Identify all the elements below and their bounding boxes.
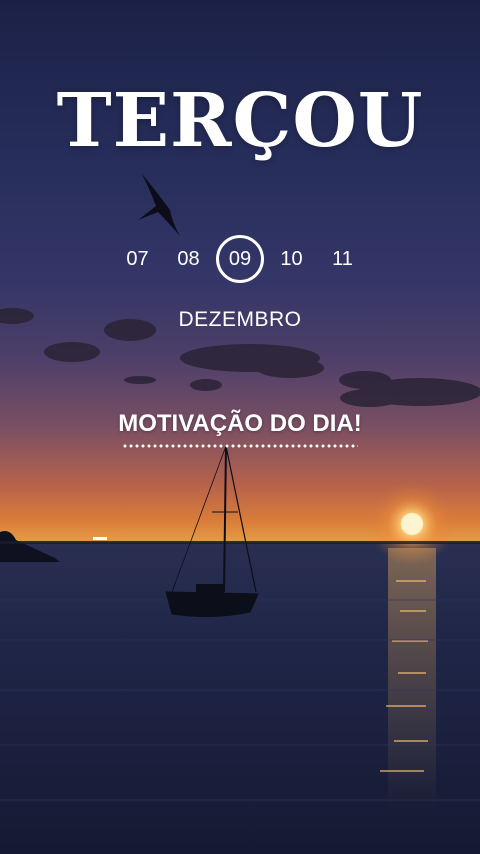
date-item-selected[interactable]: 09 bbox=[216, 235, 264, 283]
date-item[interactable]: 08 bbox=[163, 248, 214, 271]
month-label: DEZEMBRO bbox=[178, 308, 302, 331]
day-name-title: TERÇOU bbox=[56, 78, 424, 164]
sailboat-icon bbox=[165, 445, 259, 618]
dotted-underline bbox=[122, 444, 358, 448]
date-item[interactable]: 07 bbox=[112, 248, 163, 271]
date-item[interactable]: 10 bbox=[266, 248, 317, 271]
seagull-icon bbox=[138, 174, 180, 236]
date-item[interactable]: 11 bbox=[317, 248, 368, 271]
story-frame: TERÇOU 07 08 09 10 11 DEZEMBRO MOTIVAÇÃO… bbox=[0, 0, 480, 854]
date-selector: 07 08 09 10 11 bbox=[0, 234, 480, 284]
dash-mark bbox=[93, 537, 107, 540]
motivation-heading: MOTIVAÇÃO DO DIA! bbox=[118, 410, 362, 437]
